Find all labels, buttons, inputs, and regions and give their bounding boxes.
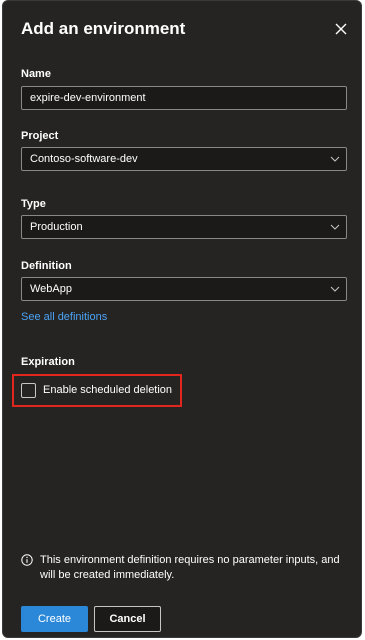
expiration-label: Expiration: [21, 356, 75, 368]
scheduled-deletion-checkbox[interactable]: [21, 383, 36, 398]
type-select-value: Production: [30, 221, 83, 233]
info-icon: [21, 554, 33, 566]
close-icon[interactable]: [333, 21, 349, 37]
info-message: This environment definition requires no …: [40, 554, 340, 581]
panel-title: Add an environment: [21, 19, 186, 38]
project-select[interactable]: Contoso-software-dev: [21, 147, 347, 171]
chevron-down-icon: [330, 156, 340, 162]
name-input-value: expire-dev-environment: [30, 92, 146, 104]
name-label: Name: [21, 68, 51, 80]
definition-label: Definition: [21, 260, 72, 272]
type-select[interactable]: Production: [21, 215, 347, 239]
name-input[interactable]: expire-dev-environment: [21, 86, 347, 110]
project-select-value: Contoso-software-dev: [30, 153, 138, 165]
chevron-down-icon: [330, 286, 340, 292]
scheduled-deletion-label[interactable]: Enable scheduled deletion: [43, 384, 172, 396]
project-label: Project: [21, 130, 59, 142]
add-environment-panel: Add an environment Name expire-dev-envir…: [2, 0, 362, 638]
cancel-button[interactable]: Cancel: [94, 606, 161, 632]
type-label: Type: [21, 198, 46, 210]
see-all-definitions-link[interactable]: See all definitions: [21, 311, 107, 323]
definition-select-value: WebApp: [30, 283, 72, 295]
create-button[interactable]: Create: [21, 606, 88, 632]
definition-select[interactable]: WebApp: [21, 277, 347, 301]
chevron-down-icon: [330, 224, 340, 230]
